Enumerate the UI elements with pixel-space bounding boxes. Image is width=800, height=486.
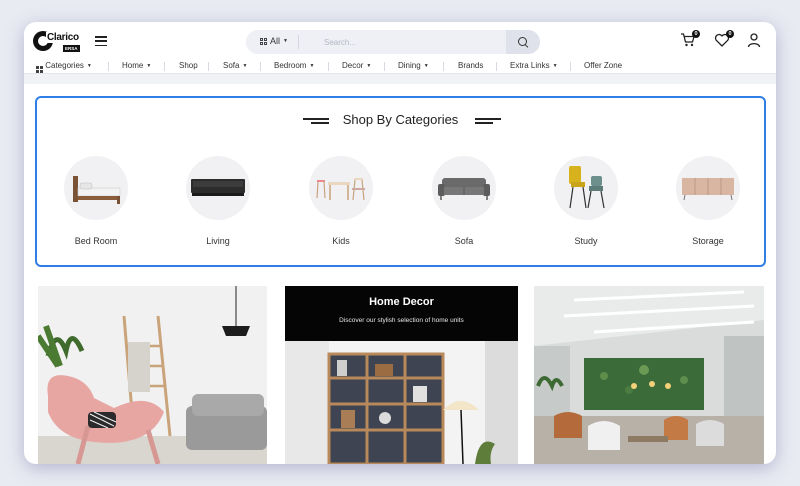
category-label: Bed Room — [74, 236, 118, 246]
main-nav: Categories ▼ Home ▼ Shop Sofa ▼ Bedroom ▼ De… — [24, 58, 776, 74]
nav-divider — [496, 62, 497, 71]
header-actions: 0 0 — [680, 30, 766, 52]
caret-down-icon: ▼ — [86, 63, 92, 69]
cart-count-badge: 0 — [692, 30, 700, 38]
wishlist-count-badge: 0 — [726, 30, 734, 38]
nav-item-offer-zone[interactable]: Offer Zone — [584, 61, 622, 70]
nav-item-extra-links[interactable]: Extra Links ▼ — [510, 61, 558, 70]
nav-item-label: Shop — [179, 61, 198, 70]
search-category-label: All — [270, 36, 281, 46]
nav-item-sofa[interactable]: Sofa ▼ — [223, 61, 247, 70]
site-logo[interactable]: Clarico ERSA — [33, 31, 81, 53]
search-divider — [298, 35, 299, 49]
cart-button[interactable]: 0 — [680, 30, 700, 50]
nav-divider — [108, 62, 109, 71]
nav-divider — [328, 62, 329, 71]
nav-divider — [384, 62, 385, 71]
logo-badge: ERSA — [63, 45, 80, 52]
nav-divider — [164, 62, 165, 71]
nav-item-brands[interactable]: Brands — [458, 61, 483, 70]
search-bar: All ▼ — [246, 30, 540, 54]
search-icon — [518, 37, 528, 47]
study-chairs-icon — [554, 156, 618, 220]
nav-divider — [570, 62, 571, 71]
caret-down-icon: ▼ — [309, 63, 315, 69]
search-input[interactable] — [324, 33, 524, 51]
chevron-down-icon: ▼ — [283, 38, 288, 44]
bed-icon — [64, 156, 128, 220]
nav-shadow-strip — [24, 74, 776, 84]
category-kids[interactable]: Kids — [291, 156, 391, 256]
nav-item-label: Home — [122, 61, 144, 70]
office-banner[interactable] — [534, 286, 764, 464]
caret-down-icon: ▼ — [146, 63, 152, 69]
nav-item-bedroom[interactable]: Bedroom ▼ — [274, 61, 314, 70]
category-label: Living — [206, 236, 230, 246]
category-label: Kids — [332, 236, 350, 246]
nav-divider — [443, 62, 444, 71]
grid-icon — [36, 66, 43, 73]
section-title: Shop By Categories — [342, 112, 459, 127]
hamburger-menu-icon[interactable] — [95, 36, 107, 47]
living-room-image — [38, 286, 267, 464]
category-label: Study — [574, 236, 598, 246]
user-icon — [747, 33, 761, 48]
tv-unit-icon — [186, 156, 250, 220]
shop-by-categories-section: Shop By Categories Bed Room Living Kids … — [35, 96, 766, 267]
category-storage[interactable]: Storage — [658, 156, 758, 256]
nav-item-decor[interactable]: Decor ▼ — [342, 61, 371, 70]
kids-table-icon — [309, 156, 373, 220]
nav-item-label: Decor — [342, 61, 364, 70]
logo-text: Clarico — [46, 32, 80, 43]
home-decor-caption: Home Decor Discover our stylish selectio… — [285, 286, 518, 341]
category-living[interactable]: Living — [168, 156, 268, 256]
nav-item-label: Brands — [458, 61, 484, 70]
nav-item-label: Offer Zone — [584, 61, 623, 70]
home-decor-banner[interactable]: Home Decor Discover our stylish selectio… — [285, 286, 518, 464]
nav-item-categories[interactable]: Categories ▼ — [36, 61, 92, 73]
nav-item-label: Categories — [45, 61, 84, 70]
nav-item-shop[interactable]: Shop — [179, 61, 198, 70]
caret-down-icon: ▼ — [242, 63, 248, 69]
nav-divider — [260, 62, 261, 71]
category-label: Storage — [692, 236, 724, 246]
nav-item-dining[interactable]: Dining ▼ — [398, 61, 429, 70]
wishlist-button[interactable]: 0 — [714, 30, 734, 50]
account-button[interactable] — [746, 32, 764, 50]
grid-icon — [260, 37, 267, 45]
search-button[interactable] — [506, 30, 540, 54]
living-room-banner[interactable] — [38, 286, 267, 464]
browser-frame: Clarico ERSA All ▼ 0 — [24, 22, 776, 464]
nav-item-label: Sofa — [223, 61, 240, 70]
search-category-select[interactable]: All ▼ — [260, 36, 288, 46]
caret-down-icon: ▼ — [423, 63, 429, 69]
title-decor-line — [475, 122, 493, 124]
nav-item-label: Bedroom — [274, 61, 307, 70]
office-image — [534, 286, 764, 464]
nav-item-label: Dining — [398, 61, 421, 70]
caret-down-icon: ▼ — [366, 63, 372, 69]
category-study[interactable]: Study — [536, 156, 636, 256]
title-decor-line — [475, 118, 501, 120]
category-bed-room[interactable]: Bed Room — [46, 156, 146, 256]
caret-down-icon: ▼ — [552, 63, 558, 69]
category-sofa[interactable]: Sofa — [414, 156, 514, 256]
nav-item-home[interactable]: Home ▼ — [122, 61, 151, 70]
nav-divider — [208, 62, 209, 71]
nav-item-label: Extra Links — [510, 61, 550, 70]
category-label: Sofa — [454, 236, 474, 246]
sideboard-icon — [676, 156, 740, 220]
home-decor-title: Home Decor — [369, 296, 434, 308]
sofa-icon — [432, 156, 496, 220]
home-decor-subtitle: Discover our stylish selection of home u… — [339, 317, 464, 324]
site-header: Clarico ERSA All ▼ 0 — [24, 22, 776, 60]
